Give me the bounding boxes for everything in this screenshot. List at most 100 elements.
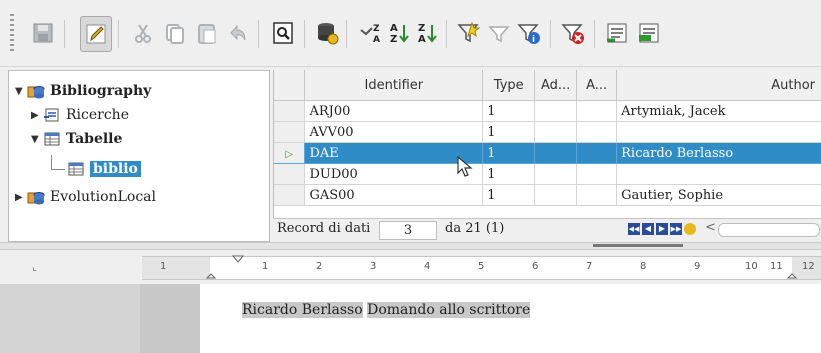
horizontal-scrollbar[interactable] bbox=[718, 223, 820, 237]
cell-type[interactable]: 1 bbox=[482, 100, 536, 122]
row-handle[interactable] bbox=[274, 184, 306, 206]
copy-button[interactable] bbox=[160, 16, 190, 50]
ruler-track[interactable]: 1 1 2 3 4 5 6 7 8 9 10 11 12 bbox=[142, 255, 821, 280]
row-handle[interactable]: ▷ bbox=[274, 142, 306, 164]
first-record-button[interactable]: ◀◀ bbox=[628, 223, 640, 235]
document-paragraph[interactable]: Ricardo Berlasso Domando allo scrittore bbox=[242, 302, 531, 318]
sort-descending-button[interactable]: ZA bbox=[412, 16, 442, 50]
table-row[interactable]: DUD00 1 bbox=[274, 163, 821, 185]
row-handle[interactable] bbox=[274, 100, 306, 122]
cell-annote[interactable] bbox=[576, 163, 618, 185]
table-icon bbox=[68, 162, 84, 176]
cell-author[interactable]: Ricardo Berlasso bbox=[616, 142, 821, 164]
data-to-fields-button[interactable] bbox=[602, 16, 632, 50]
database-icon bbox=[27, 192, 45, 205]
header-row: Identifier Type Ad... A... Author bbox=[274, 70, 821, 101]
column-header-author[interactable]: Author bbox=[616, 70, 821, 101]
cell-type[interactable]: 1 bbox=[482, 184, 536, 206]
records-table: Identifier Type Ad... A... Author ARJ00 … bbox=[274, 70, 821, 206]
tree-item-evolutionlocal[interactable]: ▶ EvolutionLocal bbox=[15, 187, 156, 207]
column-header-identifier[interactable]: Identifier bbox=[304, 70, 484, 101]
table-row[interactable]: ARJ00 1 Artymiak, Jacek bbox=[274, 100, 821, 122]
cell-author[interactable] bbox=[616, 163, 821, 185]
row-header-corner[interactable] bbox=[274, 70, 306, 101]
remove-filter-button[interactable] bbox=[558, 16, 588, 50]
row-handle[interactable] bbox=[274, 121, 306, 143]
cell-author[interactable] bbox=[616, 121, 821, 143]
first-line-indent-icon[interactable] bbox=[232, 255, 244, 263]
left-indent-icon[interactable] bbox=[206, 273, 216, 279]
tree-item-tables[interactable]: ▼ Tabelle bbox=[31, 129, 122, 149]
chevron-right-icon[interactable]: ▶ bbox=[31, 110, 43, 121]
tree-item-bibliography[interactable]: ▼ Bibliography bbox=[15, 81, 151, 101]
chevron-down-icon[interactable]: ▼ bbox=[15, 86, 27, 97]
previous-record-button[interactable]: ◀ bbox=[642, 223, 654, 235]
cell-identifier[interactable]: ARJ00 bbox=[304, 100, 484, 122]
toolbar-grip[interactable] bbox=[10, 14, 14, 54]
data-to-text-2-icon bbox=[639, 23, 659, 43]
cell-type[interactable]: 1 bbox=[482, 163, 536, 185]
cut-button[interactable] bbox=[128, 16, 158, 50]
ruler-label: 12 bbox=[802, 261, 815, 272]
table-row[interactable]: GAS00 1 Gautier, Sophie bbox=[274, 184, 821, 206]
cell-annote[interactable] bbox=[576, 142, 618, 164]
cell-type[interactable]: 1 bbox=[482, 142, 536, 164]
scroll-left-icon[interactable]: < bbox=[705, 220, 716, 235]
title-field[interactable]: Domando allo scrittore bbox=[367, 302, 531, 318]
chevron-down-icon[interactable]: ▼ bbox=[31, 134, 43, 145]
tree-item-queries[interactable]: ▶ Ricerche bbox=[31, 105, 129, 125]
table-row-selected[interactable]: ▷ DAE 1 Ricardo Berlasso bbox=[274, 142, 821, 164]
last-record-button[interactable]: ▶▶ bbox=[670, 223, 682, 235]
cell-author[interactable]: Artymiak, Jacek bbox=[616, 100, 821, 122]
cell-type[interactable]: 1 bbox=[482, 121, 536, 143]
paste-icon bbox=[198, 24, 216, 44]
cell-address[interactable] bbox=[534, 121, 578, 143]
cell-address[interactable] bbox=[534, 142, 578, 164]
horizontal-ruler: ⌞ 1 1 2 3 4 5 6 7 8 9 10 11 12 bbox=[0, 250, 821, 284]
column-header-address[interactable]: Ad... bbox=[534, 70, 578, 101]
cell-identifier[interactable]: GAS00 bbox=[304, 184, 484, 206]
cell-address[interactable] bbox=[534, 163, 578, 185]
svg-text:A: A bbox=[373, 35, 380, 45]
data-to-text-button[interactable]: ZA bbox=[356, 16, 386, 50]
record-navigation-bar: Record di dati 3 da 21 (1) ◀◀ ◀ ▶ ▶▶ < bbox=[273, 218, 821, 241]
undo-button[interactable] bbox=[222, 16, 252, 50]
find-record-button[interactable] bbox=[268, 16, 298, 50]
tree-item-biblio[interactable]: biblio bbox=[67, 159, 141, 179]
apply-filter-button[interactable]: i bbox=[514, 16, 544, 50]
data-source-button[interactable] bbox=[312, 16, 342, 50]
sort-ascending-icon: AZ bbox=[390, 23, 409, 45]
cell-address[interactable] bbox=[534, 100, 578, 122]
panel-splitter[interactable] bbox=[0, 242, 821, 250]
record-label: Record di dati bbox=[277, 221, 371, 236]
standard-filter-button[interactable] bbox=[484, 16, 514, 50]
cell-annote[interactable] bbox=[576, 100, 618, 122]
new-record-button[interactable] bbox=[684, 223, 696, 235]
svg-text:Z: Z bbox=[418, 23, 425, 34]
autofilter-button[interactable] bbox=[454, 16, 484, 50]
chevron-right-icon[interactable]: ▶ bbox=[15, 192, 27, 203]
sort-ascending-button[interactable]: AZ bbox=[384, 16, 414, 50]
ruler-label: 1 bbox=[262, 261, 269, 272]
author-field[interactable]: Ricardo Berlasso bbox=[242, 302, 363, 318]
column-header-type[interactable]: Type bbox=[482, 70, 536, 101]
data-to-text-2-button[interactable] bbox=[634, 16, 664, 50]
cell-annote[interactable] bbox=[576, 184, 618, 206]
column-header-annote[interactable]: A... bbox=[576, 70, 618, 101]
edit-data-button[interactable] bbox=[80, 16, 112, 52]
paste-button[interactable] bbox=[192, 16, 222, 50]
save-button[interactable] bbox=[28, 16, 58, 50]
next-record-button[interactable]: ▶ bbox=[656, 223, 668, 235]
right-indent-icon[interactable] bbox=[787, 273, 797, 279]
table-row[interactable]: AVV00 1 bbox=[274, 121, 821, 143]
cell-address[interactable] bbox=[534, 184, 578, 206]
document-page[interactable]: Ricardo Berlasso Domando allo scrittore bbox=[200, 284, 821, 353]
record-number-field[interactable]: 3 bbox=[379, 221, 437, 240]
data-source-icon bbox=[318, 23, 339, 45]
row-handle[interactable] bbox=[274, 163, 306, 185]
cell-author[interactable]: Gautier, Sophie bbox=[616, 184, 821, 206]
splitter-handle[interactable] bbox=[593, 244, 683, 247]
cell-identifier[interactable]: AVV00 bbox=[304, 121, 484, 143]
cell-annote[interactable] bbox=[576, 121, 618, 143]
tab-stop-selector-icon[interactable]: ⌞ bbox=[32, 260, 37, 273]
